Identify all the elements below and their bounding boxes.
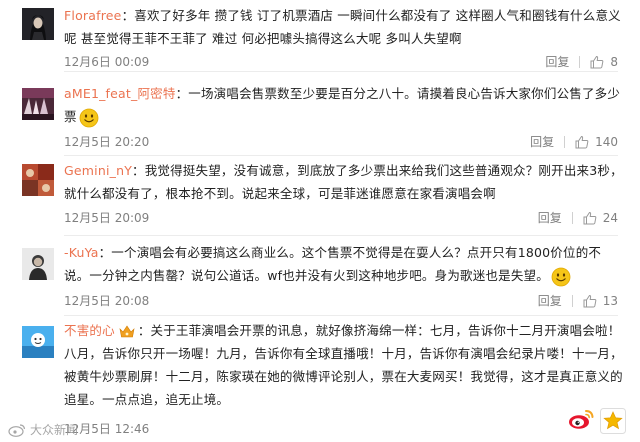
watermark-text: 大众新闻: [30, 423, 79, 437]
comment-actions: 回复 24: [538, 209, 618, 226]
weibo-logo-icon: [569, 410, 594, 429]
reply-button[interactable]: 回复: [538, 292, 562, 309]
thumbs-up-icon: [583, 211, 597, 224]
avatar[interactable]: [22, 248, 54, 280]
comment-separator: ：: [132, 163, 145, 178]
comment-username[interactable]: Gemini_nY: [64, 163, 132, 178]
comment-time: 12月5日 20:08: [64, 294, 150, 308]
like-button[interactable]: 8: [590, 55, 618, 69]
thumbs-up-icon: [590, 55, 604, 68]
comment-username[interactable]: 不害的心: [64, 323, 115, 338]
comment-item: Gemini_nY：我觉得挺失望，没有诚意，到底放了多少票出来给我们这些普通观众…: [0, 156, 640, 236]
like-count: 13: [602, 293, 618, 308]
comment-text: 一个演唱会有必要搞这么商业么。这个售票不觉得是在耍人么？点开只有1800价位的不…: [64, 245, 602, 283]
like-count: 24: [602, 210, 618, 225]
thumbs-up-icon: [583, 294, 597, 307]
action-divider: [564, 135, 566, 148]
action-divider: [579, 55, 581, 68]
comment-username[interactable]: -KuYa: [64, 245, 99, 260]
watermark: 大众新闻: [8, 421, 78, 438]
avatar[interactable]: [22, 88, 54, 120]
reply-button[interactable]: 回复: [538, 209, 562, 226]
comment-body: 不害的心 ：关于王菲演唱会开票的讯息，就好像挤海绵一样：七月，告诉你十二月开演唱…: [64, 319, 624, 411]
comment-text: 喜欢了好多年 攒了钱 订了机票酒店 一瞬间什么都没有了 这样圈人气和圈钱有什么意…: [64, 8, 621, 46]
comment-actions: 回复 140: [530, 133, 618, 150]
comment-separator: ：: [175, 86, 189, 101]
like-button[interactable]: 24: [583, 211, 618, 225]
weibo-logo: [568, 408, 594, 434]
comment-username[interactable]: aME1_feat_阿密特: [64, 86, 176, 101]
thumbs-up-icon: [575, 135, 589, 148]
action-divider: [571, 294, 573, 307]
comment-actions: 回复 13: [538, 292, 618, 309]
vip-badge-icon: [119, 324, 135, 337]
comment-feed: Florafree：喜欢了好多年 攒了钱 订了机票酒店 一瞬间什么都没有了 这样…: [0, 0, 640, 442]
comment-time: 12月6日 00:09: [64, 55, 150, 69]
comment-separator: ：: [98, 245, 112, 260]
avatar[interactable]: [22, 326, 54, 358]
comment-body: -KuYa：一个演唱会有必要搞这么商业么。这个售票不觉得是在耍人么？点开只有18…: [64, 241, 624, 287]
comment-item: aME1_feat_阿密特：一场演唱会售票数至少要是百分之八十。请摸着良心告诉大…: [0, 72, 640, 156]
comment-username[interactable]: Florafree: [64, 8, 122, 23]
comment-body: Gemini_nY：我觉得挺失望，没有诚意，到底放了多少票出来给我们这些普通观众…: [64, 159, 624, 205]
avatar[interactable]: [22, 8, 54, 40]
star-icon: [600, 408, 626, 434]
action-divider: [571, 211, 573, 224]
like-count: 140: [595, 134, 618, 149]
comment-text: 我觉得挺失望，没有诚意，到底放了多少票出来给我们这些普通观众？刚开出来3秒，就什…: [64, 163, 623, 201]
smile-emoji-icon: [551, 267, 571, 286]
reply-button[interactable]: 回复: [545, 53, 569, 70]
comment-item: -KuYa：一个演唱会有必要搞这么商业么。这个售票不觉得是在耍人么？点开只有18…: [0, 236, 640, 316]
favorite-button[interactable]: [600, 408, 626, 434]
comment-body: aME1_feat_阿密特：一场演唱会售票数至少要是百分之八十。请摸着良心告诉大…: [64, 82, 624, 128]
comment-actions: 回复 8: [545, 53, 618, 70]
weibo-watermark-icon: [8, 423, 26, 437]
avatar[interactable]: [22, 164, 54, 196]
comment-body: Florafree：喜欢了好多年 攒了钱 订了机票酒店 一瞬间什么都没有了 这样…: [64, 4, 624, 50]
like-count: 8: [610, 54, 618, 69]
comment-time: 12月5日 20:20: [64, 135, 150, 149]
comment-separator: ：: [137, 323, 151, 338]
reply-button[interactable]: 回复: [530, 133, 554, 150]
like-button[interactable]: 140: [575, 135, 618, 149]
comment-separator: ：: [121, 8, 135, 23]
like-button[interactable]: 13: [583, 294, 618, 308]
comment-item: Florafree：喜欢了好多年 攒了钱 订了机票酒店 一瞬间什么都没有了 这样…: [0, 0, 640, 72]
comment-time: 12月5日 20:09: [64, 211, 150, 225]
comment-item: 不害的心 ：关于王菲演唱会开票的讯息，就好像挤海绵一样：七月，告诉你十二月开演唱…: [0, 316, 640, 442]
smile-emoji-icon: [79, 108, 99, 127]
